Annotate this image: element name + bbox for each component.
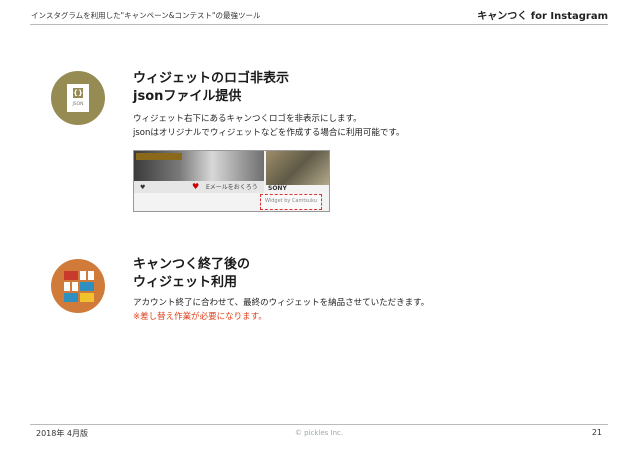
feature1-description-line1: ウィジェット右下にあるキャンつくロゴを非表示にします。 (133, 114, 362, 124)
feature2-title-line1: キャンつく終了後の (133, 257, 251, 272)
heart-icon: ♥ (192, 182, 200, 191)
widget-caption-text: Eメールをおくろう (206, 184, 258, 191)
page-number: 21 (591, 428, 602, 437)
grid-tile (72, 282, 78, 291)
grid-tile (80, 293, 94, 302)
widget-logo-highlight: Widget by Camtsuku (260, 194, 322, 210)
header-divider (30, 24, 608, 25)
feature1-title-line1: ウィジェットのロゴ非表示 (133, 71, 290, 86)
grid-tile (64, 282, 70, 291)
footer-copyright: © pickles Inc. (294, 429, 344, 437)
feature2-description: アカウント終了に合わせて、最終のウィジェットを納品させていただきます。 (133, 298, 430, 308)
widget-photo-right (266, 151, 329, 185)
grid-tile (80, 271, 86, 280)
json-file-icon: {} JSON (51, 71, 105, 125)
widget-screenshot: ♥ ♥ Eメールをおくろう SONY Widget by Camtsuku (133, 150, 330, 212)
feature2-title-line2: ウィジェット利用 (133, 275, 238, 290)
feature1-title-line2: jsonファイル提供 (133, 89, 242, 104)
grid-tile (64, 293, 78, 302)
widget-grid-icon (51, 259, 105, 313)
header-tagline: インスタグラムを利用した"キャンペーン&コンテスト"の最強ツール (31, 11, 261, 20)
brand-title: キャンつく for Instagram (477, 11, 608, 22)
widget-sony-logo: SONY (268, 185, 287, 192)
widget-banner (136, 153, 182, 160)
widget-grid-shape (64, 271, 94, 302)
json-icon-label: JSON (72, 102, 84, 107)
feature2-note: ※差し替え作業が必要になります。 (133, 312, 267, 322)
heart-icon: ♥ (140, 184, 146, 191)
grid-tile (88, 271, 94, 280)
footer-divider (30, 424, 608, 425)
widget-logo-text: Widget by Camtsuku (265, 198, 317, 204)
json-document-shape: {} JSON (67, 84, 89, 112)
feature1-description-line2: jsonはオリジナルでウィジェットなどを作成する場合に利用可能です。 (133, 128, 405, 138)
grid-tile (64, 271, 78, 280)
json-brace-glyph: {} (73, 88, 83, 98)
grid-tile (80, 282, 94, 291)
